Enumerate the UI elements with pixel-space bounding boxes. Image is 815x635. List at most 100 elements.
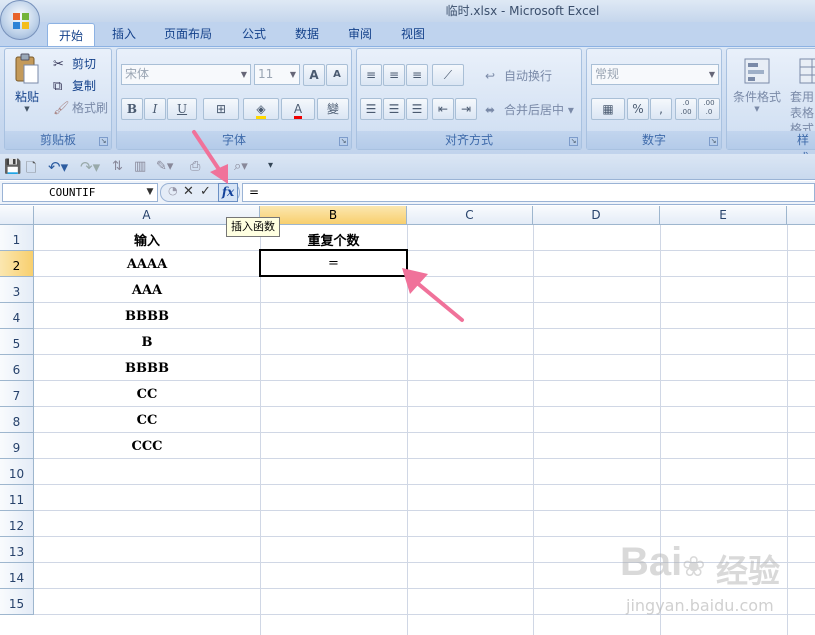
cell-a6[interactable]: BBBB bbox=[34, 361, 260, 376]
cell-a5[interactable]: B bbox=[34, 335, 260, 350]
row-header-5[interactable]: 5 bbox=[0, 329, 34, 355]
cell-b1[interactable]: 重复个数 bbox=[260, 230, 407, 249]
format-painter-button[interactable]: 🖌 格式刷 bbox=[53, 99, 108, 117]
cell-a7[interactable]: CC bbox=[34, 387, 260, 402]
column-header-b[interactable]: B bbox=[260, 206, 407, 225]
table-format-button[interactable]: 套用表格格式 bbox=[787, 57, 815, 137]
paste-button[interactable]: 粘贴 ▼ bbox=[9, 53, 45, 115]
align-right-button[interactable]: ☰ bbox=[406, 98, 428, 120]
italic-button[interactable]: I bbox=[144, 98, 166, 120]
row-header-2[interactable]: 2 bbox=[0, 251, 34, 277]
chart-icon[interactable]: ▥ bbox=[134, 159, 146, 174]
comma-button[interactable]: , bbox=[650, 98, 672, 120]
office-button[interactable] bbox=[0, 0, 40, 40]
decrease-indent-button[interactable]: ⇤ bbox=[432, 98, 454, 120]
underline-button[interactable]: U bbox=[167, 98, 197, 120]
tab-insert[interactable]: 插入 bbox=[100, 22, 148, 46]
redo-icon[interactable]: ↷▾ bbox=[80, 158, 100, 176]
chevron-down-icon[interactable]: ▼ bbox=[143, 183, 157, 202]
number-format-combo[interactable]: 常规 ▼ bbox=[591, 64, 719, 85]
tab-review[interactable]: 审阅 bbox=[336, 22, 384, 46]
merge-center-button[interactable]: ⬌ 合并后居中 ▾ bbox=[485, 101, 574, 119]
formula-input[interactable]: = bbox=[242, 183, 815, 202]
font-name-combo[interactable]: 宋体 ▼ bbox=[121, 64, 251, 85]
gridline bbox=[34, 328, 815, 329]
phonetic-button[interactable]: 變 bbox=[317, 98, 349, 120]
shrink-font-button[interactable]: A bbox=[326, 64, 348, 86]
dialog-launcher-icon[interactable]: ↘ bbox=[339, 137, 348, 146]
expand-icon[interactable]: ◔ bbox=[168, 184, 178, 197]
conditional-format-button[interactable]: 条件格式 ▼ bbox=[729, 57, 785, 113]
name-box[interactable]: COUNTIF bbox=[2, 183, 158, 202]
brush-icon: 🖌 bbox=[53, 100, 70, 116]
row-header-1[interactable]: 1 bbox=[0, 225, 34, 251]
font-color-button[interactable]: A bbox=[281, 98, 315, 120]
cell-a3[interactable]: AAA bbox=[34, 283, 260, 298]
row-header-14[interactable]: 14 bbox=[0, 563, 34, 589]
window-title: 临时.xlsx - Microsoft Excel bbox=[445, 4, 600, 18]
tab-page-layout[interactable]: 页面布局 bbox=[152, 22, 224, 46]
align-middle-button[interactable]: ≡ bbox=[383, 64, 405, 86]
copy-button[interactable]: ⧉ 复制 bbox=[53, 77, 96, 95]
row-header-7[interactable]: 7 bbox=[0, 381, 34, 407]
tab-home[interactable]: 开始 bbox=[47, 23, 95, 47]
row-header-3[interactable]: 3 bbox=[0, 277, 34, 303]
row-header-4[interactable]: 4 bbox=[0, 303, 34, 329]
borders-button[interactable]: ⊞ bbox=[203, 98, 239, 120]
grow-font-button[interactable]: A bbox=[303, 64, 325, 86]
cut-label: 剪切 bbox=[72, 57, 97, 71]
cell-a2[interactable]: AAAA bbox=[34, 257, 260, 272]
grow-font-label: A bbox=[309, 68, 319, 82]
tab-view[interactable]: 视图 bbox=[389, 22, 437, 46]
align-center-button[interactable]: ☰ bbox=[383, 98, 405, 120]
new-file-icon[interactable]: 🗋 bbox=[26, 159, 36, 181]
align-top-button[interactable]: ≡ bbox=[360, 64, 382, 86]
dialog-launcher-icon[interactable]: ↘ bbox=[709, 137, 718, 146]
row-header-15[interactable]: 15 bbox=[0, 589, 34, 615]
gridline bbox=[34, 484, 815, 485]
align-left-button[interactable]: ☰ bbox=[360, 98, 382, 120]
undo-icon[interactable]: ↶▾ bbox=[48, 158, 68, 176]
font-size-combo[interactable]: 11 ▼ bbox=[254, 64, 300, 85]
draw-icon[interactable]: ✎▾ bbox=[156, 159, 173, 174]
increase-indent-button[interactable]: ⇥ bbox=[455, 98, 477, 120]
column-header-d[interactable]: D bbox=[533, 206, 660, 225]
row-header-13[interactable]: 13 bbox=[0, 537, 34, 563]
increase-decimal-button[interactable]: .0 .00 bbox=[675, 98, 697, 120]
align-bottom-button[interactable]: ≡ bbox=[406, 64, 428, 86]
paste-icon bbox=[15, 53, 39, 84]
cell-b2[interactable]: = bbox=[260, 256, 407, 271]
cell-a9[interactable]: CCC bbox=[34, 439, 260, 454]
column-header-c[interactable]: C bbox=[407, 206, 533, 225]
dialog-launcher-icon[interactable]: ↘ bbox=[569, 137, 578, 146]
orientation-button[interactable]: ⟋ bbox=[432, 64, 464, 86]
arrow-pointer-fx bbox=[192, 130, 228, 184]
row-header-9[interactable]: 9 bbox=[0, 433, 34, 459]
percent-button[interactable]: % bbox=[627, 98, 649, 120]
tab-data[interactable]: 数据 bbox=[283, 22, 331, 46]
decrease-decimal-button[interactable]: .00 .0 bbox=[698, 98, 720, 120]
cell-a4[interactable]: BBBB bbox=[34, 309, 260, 324]
column-header-e[interactable]: E bbox=[660, 206, 787, 225]
column-header-f[interactable] bbox=[787, 206, 815, 225]
currency-button[interactable]: ▦ bbox=[591, 98, 625, 120]
tab-formulas[interactable]: 公式 bbox=[230, 22, 278, 46]
row-header-8[interactable]: 8 bbox=[0, 407, 34, 433]
chevron-down-icon: ▼ bbox=[24, 105, 30, 113]
fill-color-button[interactable]: ◈ bbox=[243, 98, 279, 120]
font-color-label: A bbox=[293, 102, 303, 119]
row-header-6[interactable]: 6 bbox=[0, 355, 34, 381]
save-icon[interactable]: 💾 bbox=[4, 159, 21, 175]
customize-qat-icon[interactable]: ▾ bbox=[268, 160, 273, 171]
bold-button[interactable]: B bbox=[121, 98, 143, 120]
wrap-text-button[interactable]: ↩ 自动换行 bbox=[485, 67, 552, 85]
chevron-down-icon: ▼ bbox=[289, 70, 297, 79]
cut-button[interactable]: ✂ 剪切 bbox=[53, 55, 96, 73]
row-header-11[interactable]: 11 bbox=[0, 485, 34, 511]
row-header-12[interactable]: 12 bbox=[0, 511, 34, 537]
dialog-launcher-icon[interactable]: ↘ bbox=[99, 137, 108, 146]
cell-a8[interactable]: CC bbox=[34, 413, 260, 428]
sort-icon[interactable]: ⇅ bbox=[112, 159, 123, 174]
row-header-10[interactable]: 10 bbox=[0, 459, 34, 485]
select-all-corner[interactable] bbox=[0, 206, 34, 225]
